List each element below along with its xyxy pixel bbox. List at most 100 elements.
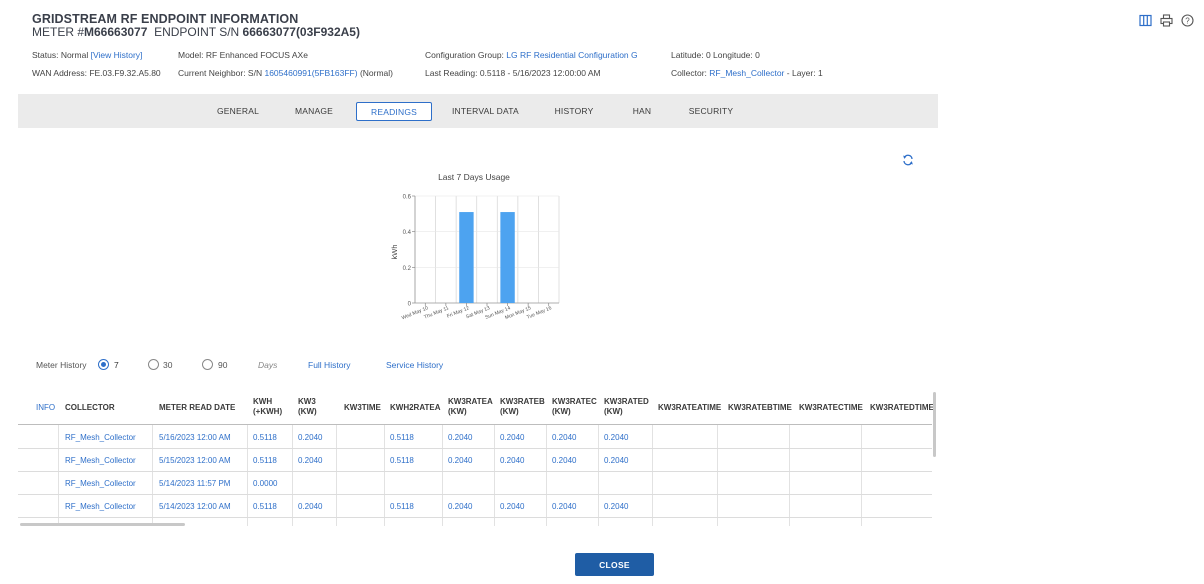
tab-manage[interactable]: MANAGE — [294, 102, 334, 121]
tab-han[interactable]: HAN — [628, 102, 656, 121]
column-header[interactable]: KW3RATECTIME — [799, 403, 863, 413]
lat-lon: Latitude: 0 Longitude: 0 — [671, 50, 760, 60]
service-history-link[interactable]: Service History — [386, 360, 443, 370]
column-divider — [336, 425, 337, 526]
close-button[interactable]: CLOSE — [575, 553, 654, 576]
table-cell[interactable]: RF_Mesh_Collector — [65, 479, 136, 488]
column-divider — [292, 425, 293, 526]
column-header[interactable]: KWH2RATEA — [390, 403, 441, 413]
table-cell: 0.2040 — [604, 456, 629, 465]
full-history-link[interactable]: Full History — [308, 360, 351, 370]
tab-bar: GENERAL MANAGE READINGS INTERVAL DATA HI… — [18, 94, 938, 128]
column-header[interactable]: KWH (+KWH) — [253, 397, 282, 417]
table-vertical-scrollbar[interactable] — [932, 392, 937, 526]
column-header-line: (KW) — [448, 407, 467, 416]
tab-security[interactable]: SECURITY — [686, 102, 736, 121]
table-cell[interactable]: RF_Mesh_Collector — [65, 433, 136, 442]
collector-layer: - Layer: 1 — [786, 68, 823, 78]
column-header[interactable]: COLLECTOR — [65, 403, 115, 413]
column-divider — [58, 425, 59, 526]
chart-y-ticks: 0 0.2 0.4 0.6 — [403, 195, 415, 308]
chart-y-axis-label: kWh — [390, 245, 399, 260]
chart-title: Last 7 Days Usage — [438, 172, 510, 182]
meter-subtitle: METER #M66663077 ENDPOINT S/N 66663077(0… — [32, 25, 360, 39]
column-header-line: KW3RATEDTIME — [870, 403, 934, 412]
column-divider — [546, 425, 547, 526]
column-header-line: KW3TIME — [344, 403, 381, 412]
collector-link[interactable]: RF_Mesh_Collector — [709, 68, 784, 78]
column-header-line: (KW) — [604, 407, 623, 416]
column-header[interactable]: KW3RATED (KW) — [604, 397, 649, 417]
column-header-line: (+KWH) — [253, 407, 283, 416]
info-column-header[interactable]: INFO — [36, 403, 55, 413]
help-icon[interactable]: ? — [1181, 14, 1194, 27]
column-header[interactable]: KW3RATEATIME — [658, 403, 721, 413]
column-header[interactable]: KW3RATEBTIME — [728, 403, 792, 413]
column-header[interactable]: METER READ DATE — [159, 403, 235, 413]
table-cell: 0.2040 — [552, 502, 577, 511]
refresh-icon[interactable] — [902, 154, 914, 166]
collector-info: Collector: RF_Mesh_Collector - Layer: 1 — [671, 68, 823, 78]
vertical-scroll-thumb[interactable] — [933, 392, 936, 457]
table-cell: 0.5118 — [253, 433, 277, 442]
history-radio-30[interactable] — [148, 359, 159, 370]
column-divider — [598, 425, 599, 526]
tab-history[interactable]: HISTORY — [552, 102, 596, 121]
chart-bar — [500, 212, 515, 303]
svg-text:?: ? — [1185, 16, 1190, 25]
table-cell: 0.5118 — [253, 502, 277, 511]
header-divider — [18, 424, 932, 425]
readings-table: INFO COLLECTOR METER READ DATE KWH (+KWH) KW… — [18, 392, 938, 526]
table-horizontal-scrollbar[interactable] — [20, 523, 185, 526]
column-divider — [152, 425, 153, 526]
table-cell: 0.2040 — [500, 456, 525, 465]
column-header-line: (KW) — [298, 407, 317, 416]
view-history-link[interactable]: [View History] — [91, 50, 143, 60]
tab-interval-data[interactable]: INTERVAL DATA — [452, 102, 519, 121]
column-header-line: KWH2RATEA — [390, 403, 441, 412]
column-header-line: COLLECTOR — [65, 403, 115, 412]
table-cell: 0.2040 — [298, 456, 323, 465]
history-radio-7[interactable] — [98, 359, 109, 370]
tab-readings[interactable]: READINGS — [356, 102, 432, 121]
neighbor-status: (Normal) — [359, 68, 393, 78]
column-header[interactable]: KW3 (KW) — [298, 397, 317, 417]
table-cell: 0.5118 — [390, 456, 414, 465]
endpoint-sn: 66663077(03F932A5) — [242, 25, 360, 39]
table-cell[interactable]: RF_Mesh_Collector — [65, 502, 136, 511]
history-radio-90[interactable] — [202, 359, 213, 370]
table-cell: 0.2040 — [500, 502, 525, 511]
table-cell: 0.2040 — [298, 502, 323, 511]
config-group-link[interactable]: LG RF Residential Configuration G — [506, 50, 637, 60]
column-header-line: (KW) — [552, 407, 571, 416]
column-header[interactable]: KW3RATEC (KW) — [552, 397, 597, 417]
meter-history-label: Meter History — [36, 360, 87, 370]
columns-icon[interactable] — [1139, 14, 1152, 27]
column-header[interactable]: KW3TIME — [344, 403, 381, 413]
column-header[interactable]: KW3RATEDTIME — [870, 403, 934, 413]
column-header[interactable]: KW3RATEB (KW) — [500, 397, 545, 417]
status-label: Status: Normal — [32, 50, 89, 60]
table-cell: 5/16/2023 12:00 AM — [159, 433, 231, 442]
table-cell: 0.5118 — [390, 433, 414, 442]
column-header-line: KW3RATED — [604, 397, 649, 406]
row-divider — [18, 448, 932, 449]
config-group-info: Configuration Group: LG RF Residential C… — [425, 50, 638, 60]
neighbor-link[interactable]: 1605460991(5FB163FF) — [264, 68, 357, 78]
history-option-90: 90 — [218, 360, 228, 370]
column-header-line: KW3RATEA — [448, 397, 493, 406]
collector-label: Collector: — [671, 68, 707, 78]
top-toolbar: ? — [1139, 14, 1194, 27]
neighbor-label: Current Neighbor: S/N — [178, 68, 263, 78]
print-icon[interactable] — [1160, 14, 1173, 27]
chart-y-tick-label: 0.4 — [403, 230, 412, 236]
table-cell: 0.2040 — [448, 502, 473, 511]
table-cell: 0.2040 — [448, 433, 473, 442]
table-cell: 0.5118 — [390, 502, 414, 511]
tab-general[interactable]: GENERAL — [216, 102, 260, 121]
column-divider — [717, 425, 718, 526]
column-header-line: METER READ DATE — [159, 403, 236, 412]
column-header[interactable]: KW3RATEA (KW) — [448, 397, 493, 417]
chart-bars — [459, 212, 515, 303]
table-cell[interactable]: RF_Mesh_Collector — [65, 456, 136, 465]
